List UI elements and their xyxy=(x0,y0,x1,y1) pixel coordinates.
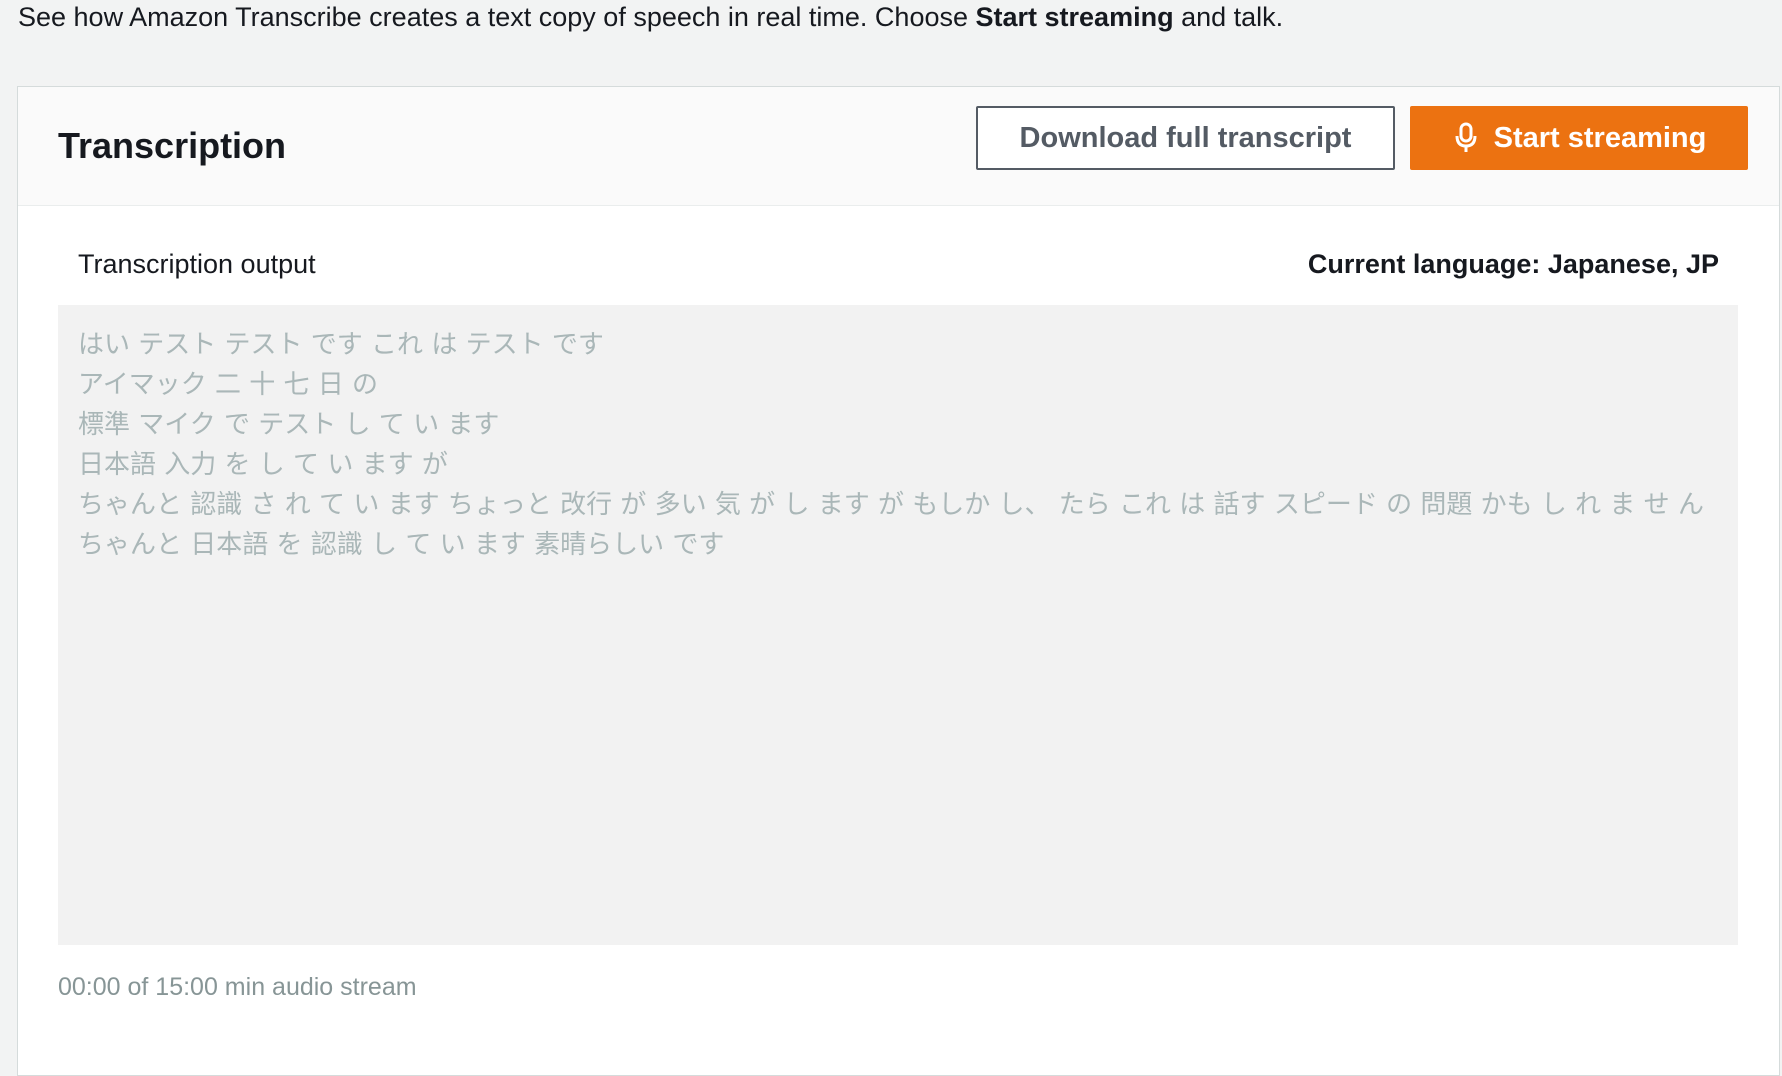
panel-title: Transcription xyxy=(58,125,287,166)
microphone-icon xyxy=(1452,121,1480,155)
intro-prefix: See how Amazon Transcribe creates a text… xyxy=(18,2,976,32)
stream-status: 00:00 of 15:00 min audio stream xyxy=(58,973,417,1001)
start-streaming-button[interactable]: Start streaming xyxy=(1410,106,1748,170)
transcript-line: はい テスト テスト です これ は テスト です xyxy=(78,330,604,360)
download-button-label: Download full transcript xyxy=(1019,121,1352,154)
intro-bold: Start streaming xyxy=(975,2,1174,32)
panel-header: Transcription Download full transcript S… xyxy=(18,87,1779,206)
transcript-line: 標準 マイク で テスト し て い ます xyxy=(78,410,500,440)
transcription-panel: Transcription Download full transcript S… xyxy=(17,86,1780,1076)
transcript-line: ちゃんと 認識 さ れ て い ます ちょっと 改行 が 多い 気 が し ます… xyxy=(78,490,1713,560)
start-button-label: Start streaming xyxy=(1493,121,1707,154)
transcription-output-area[interactable]: はい テスト テスト です これ は テスト です アイマック 二 十 七 日 … xyxy=(58,305,1738,945)
transcript-line: アイマック 二 十 七 日 の xyxy=(78,370,379,400)
intro-suffix: and talk. xyxy=(1173,2,1284,32)
intro-text: See how Amazon Transcribe creates a text… xyxy=(18,0,1283,34)
download-transcript-button[interactable]: Download full transcript xyxy=(976,106,1395,170)
current-language: Current language: Japanese, JP xyxy=(1307,249,1719,279)
transcript-line: 日本語 入力 を し て い ます が xyxy=(78,450,448,480)
output-label: Transcription output xyxy=(78,249,316,279)
